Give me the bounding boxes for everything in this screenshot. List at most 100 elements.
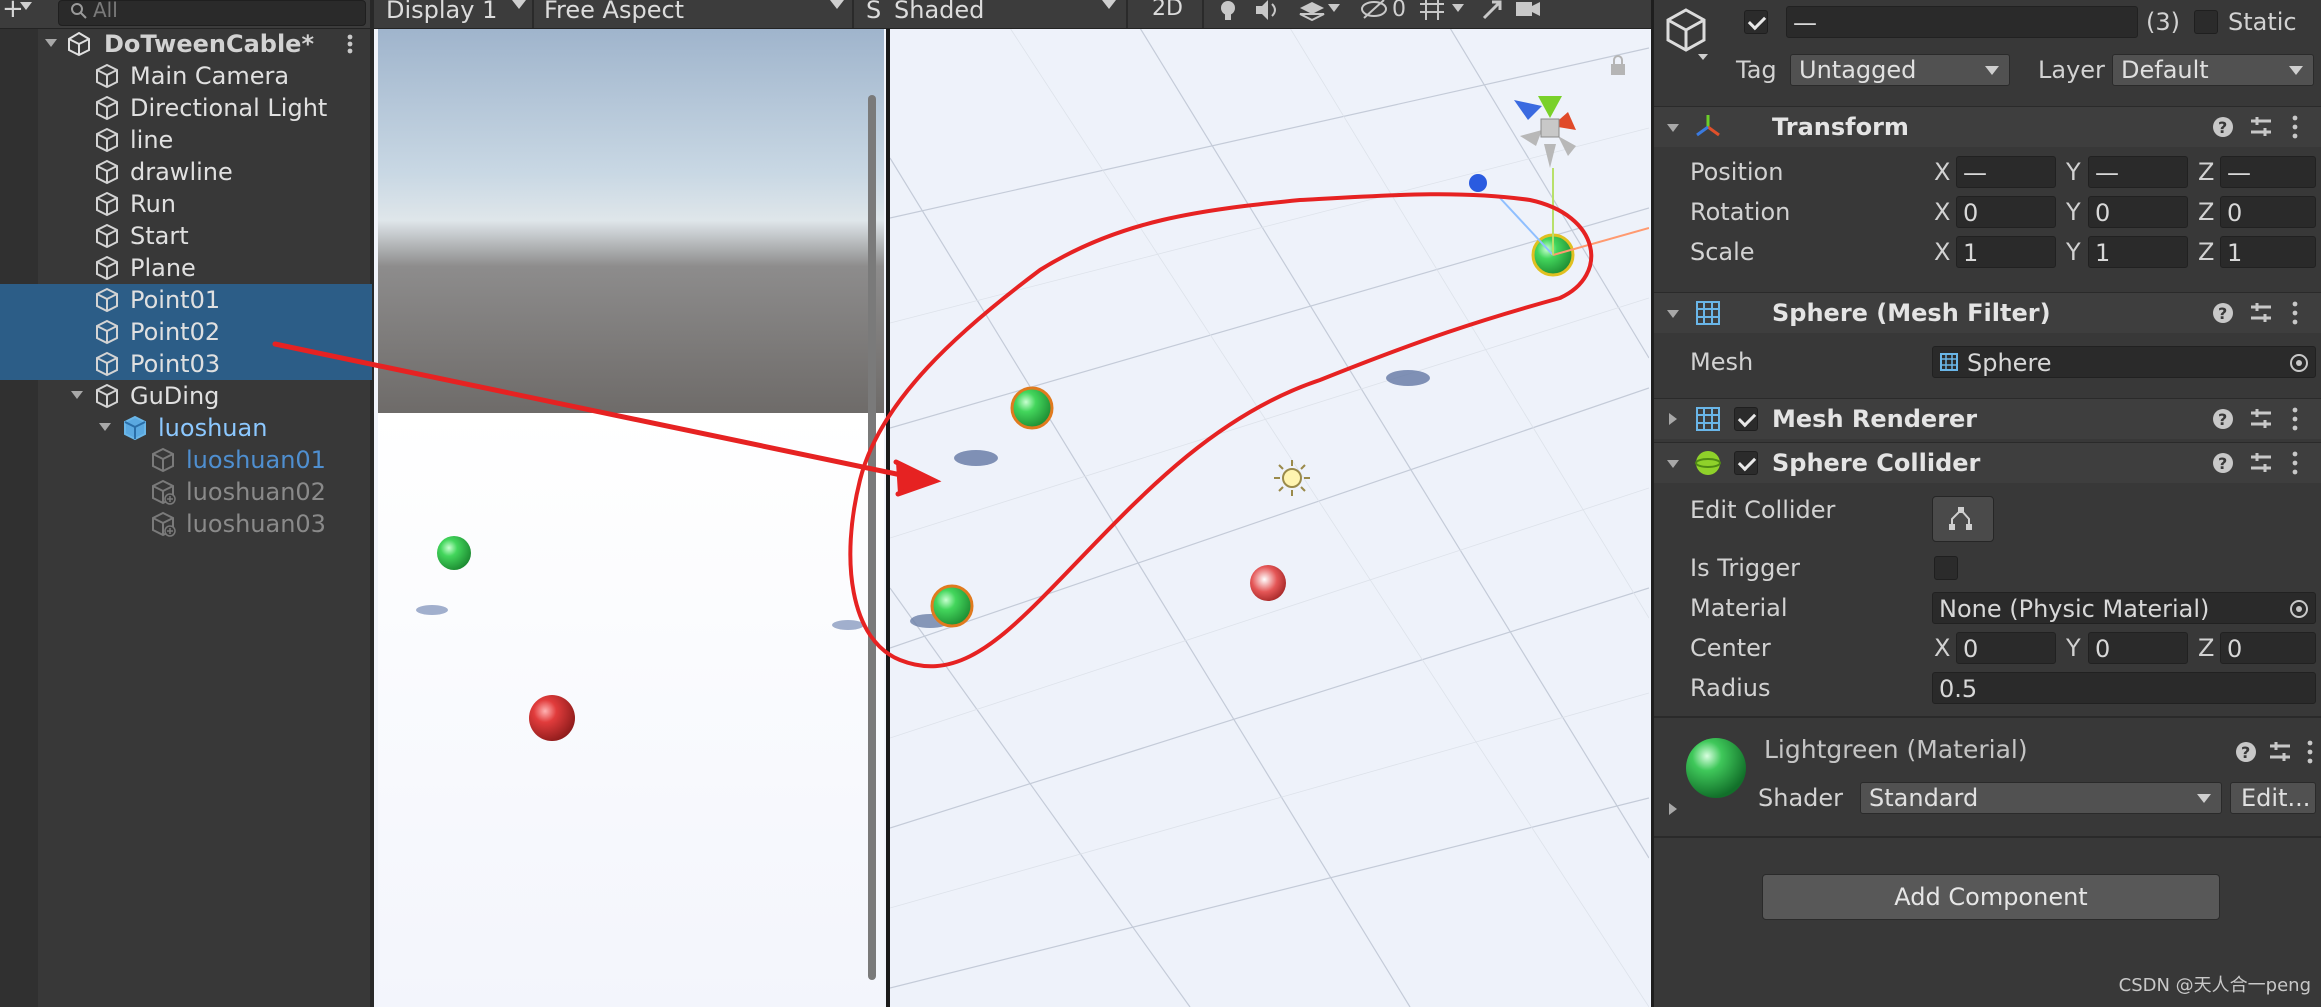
hierarchy-item[interactable]: luoshuan — [0, 412, 372, 444]
object-name-field[interactable]: — — [1786, 6, 2138, 38]
collapse-arrow-icon[interactable] — [1666, 121, 1680, 135]
effects-caret-icon[interactable] — [1328, 4, 1340, 12]
draw-mode-caret-icon[interactable] — [1102, 0, 1116, 9]
hierarchy-scene-root[interactable]: DoTweenCable* — [0, 28, 372, 60]
hierarchy-item[interactable]: line — [0, 124, 372, 156]
aspect-caret-icon[interactable] — [830, 0, 844, 9]
axis-label-x: X — [1934, 238, 1951, 266]
hierarchy-item[interactable]: luoshuan02 — [0, 476, 372, 508]
expand-arrow-icon[interactable] — [1666, 412, 1680, 426]
component-menu-icon[interactable] — [2292, 301, 2298, 325]
hierarchy-item[interactable]: Plane — [0, 252, 372, 284]
presets-icon[interactable] — [2251, 117, 2271, 136]
hidden-objects-icon[interactable] — [1361, 0, 1387, 19]
scene-red-sphere[interactable] — [1250, 565, 1286, 601]
tag-dropdown[interactable]: Untagged — [1790, 54, 2010, 86]
is-trigger-checkbox[interactable] — [1934, 556, 1958, 580]
hierarchy-item[interactable]: luoshuan03 — [0, 508, 372, 540]
hierarchy-search-input[interactable]: All — [58, 0, 366, 26]
object-picker-icon[interactable] — [2289, 353, 2309, 373]
transform-position-y-field[interactable]: — — [2088, 156, 2188, 188]
mesh-renderer-enabled-checkbox[interactable] — [1734, 407, 1758, 431]
component-menu-icon[interactable] — [2292, 115, 2298, 139]
lighting-icon[interactable] — [1221, 1, 1235, 20]
center-x-field[interactable]: 0 — [1956, 632, 2056, 664]
presets-icon[interactable] — [2251, 303, 2271, 322]
material-menu-icon[interactable] — [2307, 740, 2313, 764]
edit-collider-button[interactable] — [1932, 496, 1994, 542]
hierarchy-item[interactable]: Directional Light — [0, 92, 372, 124]
transform-header[interactable]: Transform ? — [1654, 106, 2321, 147]
scene-view-gizmo[interactable] — [1514, 96, 1576, 168]
help-icon[interactable]: ? — [2213, 453, 2233, 473]
transform-rotation-z-field[interactable]: 0 — [2220, 196, 2316, 228]
presets-icon[interactable] — [2251, 453, 2271, 472]
collapse-arrow-icon[interactable] — [1666, 307, 1680, 321]
hierarchy-item[interactable]: Point02 — [0, 316, 372, 348]
aspect-dropdown[interactable]: Free Aspect — [544, 0, 684, 24]
transform-scale-z-field[interactable]: 1 — [2220, 236, 2316, 268]
scene-point-sphere[interactable] — [930, 584, 974, 628]
transform-position-x-field[interactable]: — — [1956, 156, 2056, 188]
hierarchy-item[interactable]: Start — [0, 220, 372, 252]
center-y-field[interactable]: 0 — [2088, 632, 2188, 664]
transform-scale-x-field[interactable]: 1 — [1956, 236, 2056, 268]
lock-icon[interactable] — [1611, 55, 1625, 75]
shader-edit-button[interactable]: Edit... — [2230, 782, 2316, 814]
hierarchy-item[interactable]: Point03 — [0, 348, 372, 380]
presets-icon[interactable] — [2251, 409, 2271, 428]
game-scrollbar[interactable] — [868, 95, 876, 980]
grid-icon[interactable] — [1420, 0, 1444, 20]
audio-icon[interactable] — [1256, 0, 1276, 20]
material-preview-icon[interactable] — [1684, 736, 1748, 800]
hierarchy-item[interactable]: GuDing — [0, 380, 372, 412]
effects-icon[interactable] — [1299, 2, 1325, 22]
sphere-collider-enabled-checkbox[interactable] — [1734, 451, 1758, 475]
scene-menu-icon[interactable] — [346, 34, 354, 54]
add-component-button[interactable]: Add Component — [1762, 874, 2220, 920]
presets-icon[interactable] — [2270, 742, 2290, 761]
light-gizmo-icon[interactable] — [1274, 460, 1310, 496]
tools-icon[interactable] — [1482, 0, 1502, 20]
expand-arrow-icon[interactable] — [98, 420, 112, 434]
mesh-renderer-header[interactable]: Mesh Renderer ? — [1654, 398, 2321, 439]
display-dropdown[interactable]: Display 1 — [386, 0, 497, 24]
hierarchy-item[interactable]: Point01 — [0, 284, 372, 316]
hierarchy-item[interactable]: luoshuan01 — [0, 444, 372, 476]
center-z-field[interactable]: 0 — [2220, 632, 2316, 664]
help-icon[interactable]: ? — [2213, 303, 2233, 323]
help-icon[interactable]: ? — [2213, 117, 2233, 137]
layer-dropdown[interactable]: Default — [2112, 54, 2314, 86]
help-icon[interactable]: ? — [2213, 409, 2233, 429]
transform-rotation-y-field[interactable]: 0 — [2088, 196, 2188, 228]
object-picker-icon[interactable] — [2289, 599, 2309, 619]
mesh-object-field[interactable]: Sphere — [1932, 346, 2316, 378]
add-dropdown-icon[interactable] — [20, 2, 32, 10]
radius-field[interactable]: 0.5 — [1932, 672, 2316, 704]
static-checkbox[interactable] — [2194, 10, 2218, 34]
display-caret-icon[interactable] — [512, 0, 526, 9]
grid-caret-icon[interactable] — [1452, 4, 1464, 12]
scene-point-sphere[interactable] — [1010, 386, 1054, 430]
active-checkbox[interactable] — [1744, 10, 1768, 34]
component-menu-icon[interactable] — [2292, 407, 2298, 431]
expand-arrow-icon[interactable] — [70, 388, 84, 402]
draw-mode-dropdown[interactable]: Shaded — [894, 0, 984, 24]
transform-position-z-field[interactable]: — — [2220, 156, 2316, 188]
physic-material-field[interactable]: None (Physic Material) — [1932, 592, 2316, 624]
hierarchy-item[interactable]: drawline — [0, 156, 372, 188]
transform-rotation-x-field[interactable]: 0 — [1956, 196, 2056, 228]
mesh-filter-header[interactable]: Sphere (Mesh Filter) ? — [1654, 292, 2321, 333]
shader-dropdown[interactable]: Standard — [1860, 782, 2222, 814]
help-icon[interactable]: ? — [2236, 742, 2256, 762]
collapse-arrow-icon[interactable] — [1666, 457, 1680, 471]
camera-icon[interactable] — [1516, 2, 1540, 16]
transform-scale-y-field[interactable]: 1 — [2088, 236, 2188, 268]
toggle-2d-button[interactable]: 2D — [1152, 0, 1183, 21]
sphere-collider-header[interactable]: Sphere Collider ? — [1654, 442, 2321, 483]
hierarchy-item[interactable]: Run — [0, 188, 372, 220]
hierarchy-item[interactable]: Main Camera — [0, 60, 372, 92]
expand-arrow-icon[interactable] — [44, 36, 58, 50]
component-menu-icon[interactable] — [2292, 451, 2298, 475]
material-expand-icon[interactable] — [1666, 802, 1680, 816]
